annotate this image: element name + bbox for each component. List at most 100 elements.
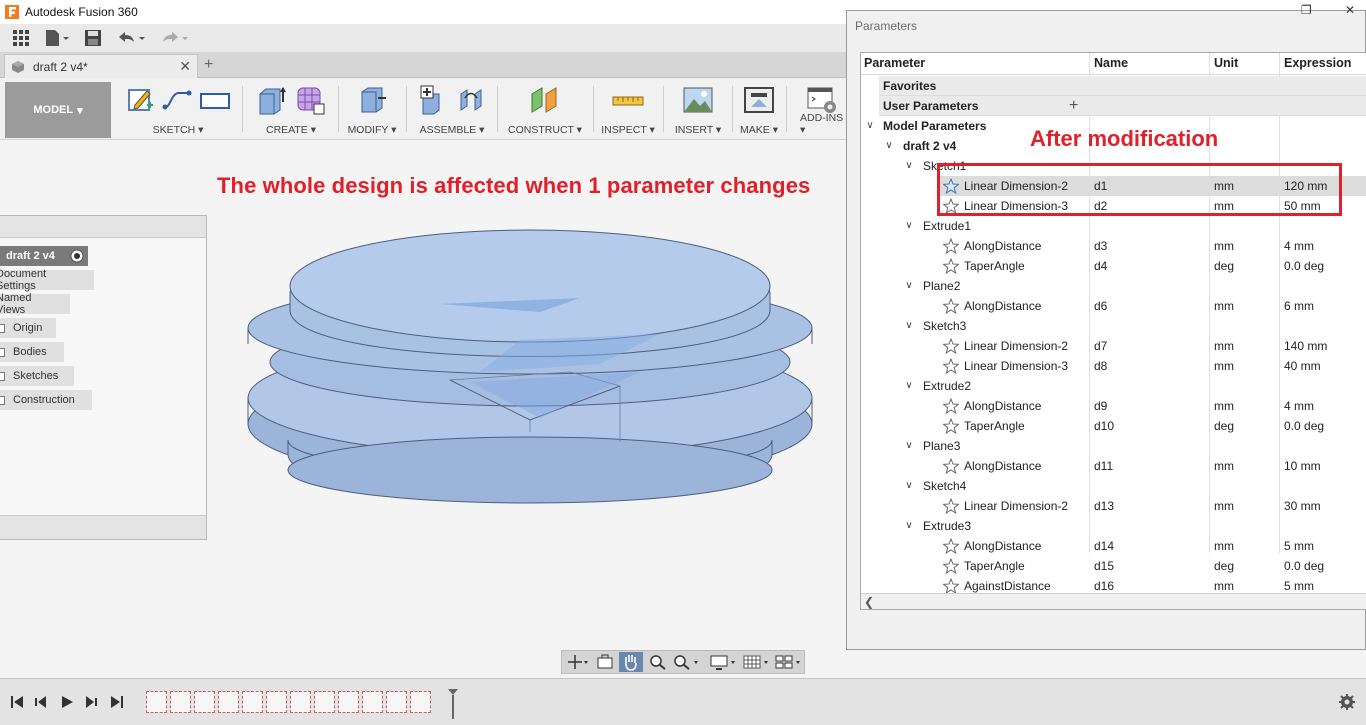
- timeline-feature[interactable]: [386, 691, 407, 713]
- new-tab-icon[interactable]: +: [204, 56, 213, 74]
- display-settings-icon[interactable]: [709, 652, 739, 672]
- grid-snaps-icon[interactable]: [742, 652, 772, 672]
- make-group[interactable]: MAKE ▾: [734, 82, 784, 138]
- chevron-down-icon[interactable]: ∨: [903, 156, 915, 176]
- favorite-star-icon[interactable]: [942, 557, 960, 575]
- browser-item-document-settings[interactable]: Document Settings: [0, 268, 94, 292]
- scroll-left-icon[interactable]: ❮: [864, 595, 874, 609]
- timeline-feature[interactable]: [146, 691, 167, 713]
- redo-icon[interactable]: [160, 26, 190, 50]
- chevron-down-icon[interactable]: ∨: [903, 516, 915, 536]
- favorite-star-icon[interactable]: [942, 297, 960, 315]
- 3d-model-view[interactable]: [240, 222, 820, 512]
- feature-row[interactable]: ∨ Sketch3: [861, 316, 1366, 336]
- parameter-expression[interactable]: 40 mm: [1284, 356, 1321, 376]
- save-icon[interactable]: [84, 26, 102, 50]
- document-tab[interactable]: draft 2 v4* ✕: [4, 54, 198, 78]
- construct-group[interactable]: CONSTRUCT ▾: [500, 82, 590, 138]
- browser-item-construction[interactable]: Construction: [0, 390, 92, 410]
- zoom-icon[interactable]: [646, 652, 670, 672]
- chevron-down-icon[interactable]: ∨: [883, 136, 895, 156]
- favorite-star-icon[interactable]: [942, 497, 960, 515]
- column-unit[interactable]: Unit: [1214, 56, 1238, 70]
- favorites-row[interactable]: Favorites: [861, 76, 1366, 96]
- go-to-start-icon[interactable]: [10, 695, 24, 709]
- modify-group[interactable]: MODIFY ▾: [340, 82, 404, 138]
- timeline-feature[interactable]: [314, 691, 335, 713]
- parameter-expression[interactable]: 0.0 deg: [1284, 556, 1324, 576]
- activate-radio-icon[interactable]: [70, 249, 84, 263]
- close-window-icon[interactable]: ✕: [1345, 3, 1355, 17]
- look-at-icon[interactable]: [593, 652, 617, 672]
- viewports-icon[interactable]: [774, 652, 804, 672]
- timeline-feature[interactable]: [218, 691, 239, 713]
- parameter-expression[interactable]: 4 mm: [1284, 396, 1314, 416]
- workspace-switcher-button[interactable]: MODEL ▾: [5, 82, 111, 138]
- timeline-feature[interactable]: [410, 691, 431, 713]
- favorite-star-icon[interactable]: [942, 397, 960, 415]
- pan-hand-icon[interactable]: [619, 652, 644, 672]
- feature-row[interactable]: ∨ Plane2: [861, 276, 1366, 296]
- parameter-row[interactable]: TaperAngle d10 deg 0.0 deg: [861, 416, 1366, 436]
- browser-item-bodies[interactable]: Bodies: [0, 342, 64, 362]
- parameter-expression[interactable]: 0.0 deg: [1284, 256, 1324, 276]
- parameter-expression[interactable]: 140 mm: [1284, 336, 1327, 356]
- column-name[interactable]: Name: [1094, 56, 1128, 70]
- favorite-star-icon[interactable]: [942, 577, 960, 595]
- parameter-expression[interactable]: 6 mm: [1284, 296, 1314, 316]
- feature-row[interactable]: ∨ Extrude1: [861, 216, 1366, 236]
- timeline-feature[interactable]: [290, 691, 311, 713]
- feature-row[interactable]: ∨ Extrude3: [861, 516, 1366, 536]
- parameter-row[interactable]: AlongDistance d3 mm 4 mm: [861, 236, 1366, 256]
- chevron-down-icon[interactable]: ∨: [864, 116, 876, 136]
- favorite-star-icon[interactable]: [942, 457, 960, 475]
- user-parameters-row[interactable]: User Parameters +: [861, 96, 1366, 116]
- insert-group[interactable]: INSERT ▾: [667, 82, 729, 138]
- chevron-down-icon[interactable]: ∨: [903, 216, 915, 236]
- parameter-row[interactable]: Linear Dimension-2 d13 mm 30 mm: [861, 496, 1366, 516]
- browser-item-named-views[interactable]: Named Views: [0, 292, 70, 316]
- browser-item-origin[interactable]: Origin: [0, 318, 56, 338]
- parameter-expression[interactable]: 4 mm: [1284, 236, 1314, 256]
- parameter-row[interactable]: Linear Dimension-3 d8 mm 40 mm: [861, 356, 1366, 376]
- fit-zoom-icon[interactable]: [673, 652, 703, 672]
- feature-row[interactable]: ∨ Sketch4: [861, 476, 1366, 496]
- chevron-down-icon[interactable]: ∨: [903, 476, 915, 496]
- orbit-icon[interactable]: [566, 652, 590, 672]
- visibility-checkbox[interactable]: [0, 371, 5, 381]
- timeline-feature[interactable]: [194, 691, 215, 713]
- parameter-row[interactable]: AlongDistance d14 mm 5 mm: [861, 536, 1366, 556]
- favorite-star-icon[interactable]: [942, 537, 960, 555]
- add-ins-group[interactable]: ADD-INS ▾: [796, 82, 848, 138]
- column-expression[interactable]: Expression: [1284, 56, 1351, 70]
- close-tab-icon[interactable]: ✕: [179, 58, 191, 75]
- timeline-marker[interactable]: [448, 689, 458, 719]
- visibility-checkbox[interactable]: [0, 347, 5, 357]
- restore-window-icon[interactable]: ❐: [1301, 3, 1312, 17]
- timeline-feature[interactable]: [362, 691, 383, 713]
- favorite-star-icon[interactable]: [942, 237, 960, 255]
- column-parameter[interactable]: Parameter: [864, 56, 925, 70]
- sketch-group[interactable]: SKETCH ▾: [116, 82, 240, 138]
- browser-item-sketches[interactable]: Sketches: [0, 366, 74, 386]
- parameter-expression[interactable]: 30 mm: [1284, 496, 1321, 516]
- step-forward-icon[interactable]: [84, 695, 98, 709]
- data-panel-grid-icon[interactable]: [12, 26, 30, 50]
- timeline-feature[interactable]: [242, 691, 263, 713]
- parameter-row[interactable]: TaperAngle d4 deg 0.0 deg: [861, 256, 1366, 276]
- visibility-checkbox[interactable]: [0, 395, 5, 405]
- inspect-group[interactable]: INSPECT ▾: [597, 82, 659, 138]
- timeline-feature[interactable]: [338, 691, 359, 713]
- parameter-expression[interactable]: 0.0 deg: [1284, 416, 1324, 436]
- play-icon[interactable]: [60, 695, 74, 709]
- favorite-star-icon[interactable]: [942, 257, 960, 275]
- visibility-checkbox[interactable]: [0, 323, 5, 333]
- feature-row[interactable]: ∨ Plane3: [861, 436, 1366, 456]
- horizontal-scrollbar[interactable]: ❮: [861, 593, 1366, 609]
- parameter-row[interactable]: TaperAngle d15 deg 0.0 deg: [861, 556, 1366, 576]
- favorite-star-icon[interactable]: [942, 417, 960, 435]
- undo-icon[interactable]: [116, 26, 146, 50]
- create-group[interactable]: CREATE ▾: [246, 82, 336, 138]
- parameter-row[interactable]: Linear Dimension-2 d7 mm 140 mm: [861, 336, 1366, 356]
- chevron-down-icon[interactable]: ∨: [903, 376, 915, 396]
